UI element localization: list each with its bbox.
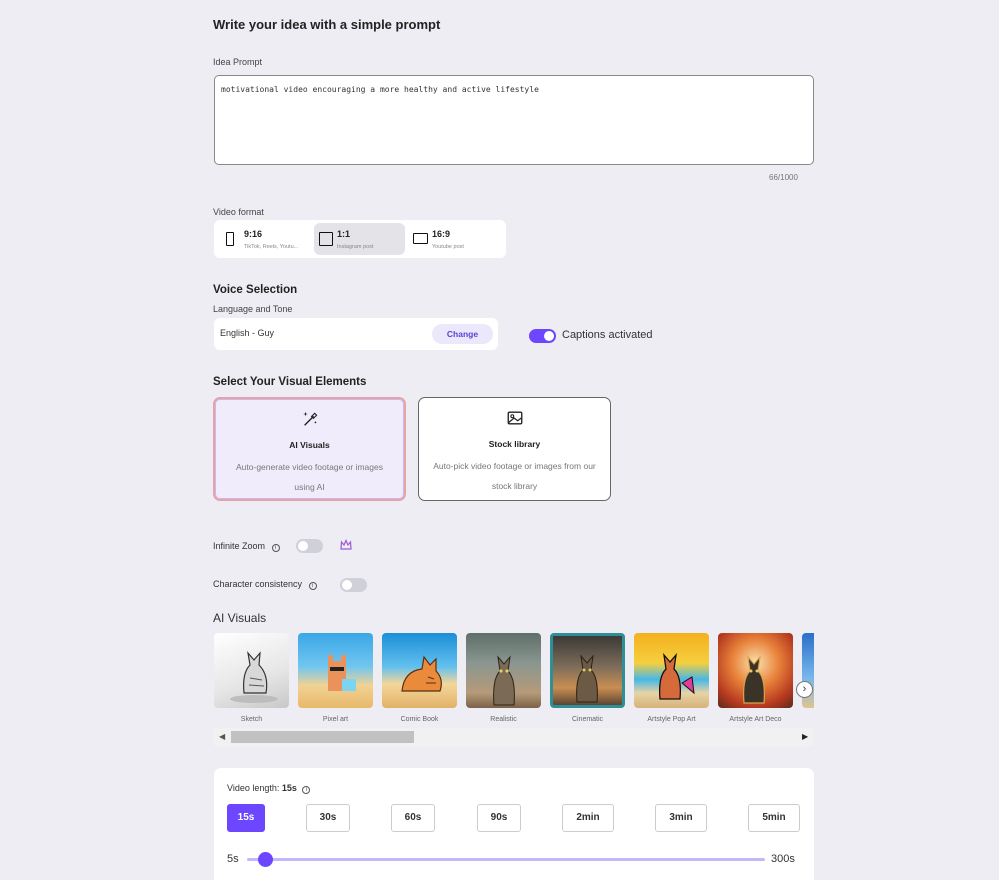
video-format-label: Video format xyxy=(213,207,264,217)
cat-sketch-image xyxy=(230,650,278,703)
char-counter: 66/1000 xyxy=(769,173,798,182)
crown-icon xyxy=(340,539,352,550)
toggle-knob xyxy=(342,580,352,590)
captions-label: Captions activated xyxy=(562,329,653,341)
length-option-90s[interactable]: 90s xyxy=(477,804,521,832)
style-thumb-comic-book[interactable] xyxy=(382,633,457,708)
length-option-5min[interactable]: 5min xyxy=(748,804,800,832)
format-title: 9:16 xyxy=(244,229,263,239)
style-caption: Artstyle Pop Art xyxy=(647,716,696,723)
prompt-label: Idea Prompt xyxy=(213,57,263,67)
format-option-1-1[interactable]: 1:1 Instagram post xyxy=(314,223,405,255)
cat-comic-image xyxy=(401,655,442,692)
scrollbar-thumb[interactable] xyxy=(231,731,414,743)
language-selector: English - Guy Change xyxy=(214,318,498,350)
format-subtitle: TikTok, Reels, Youtu... xyxy=(244,244,299,250)
magic-wand-icon xyxy=(302,411,317,426)
stock-library-card[interactable]: Stock library Auto-pick video footage or… xyxy=(418,397,611,501)
length-option-60s[interactable]: 60s xyxy=(391,804,435,832)
video-length-slider-handle[interactable] xyxy=(258,852,273,867)
character-consistency-text: Character consistency xyxy=(213,579,303,589)
info-icon[interactable]: i xyxy=(308,582,317,590)
visual-elements-title: Select Your Visual Elements xyxy=(213,376,367,388)
format-subtitle: Instagram post xyxy=(337,244,374,250)
card-description: Auto-generate video footage or images us… xyxy=(236,462,383,492)
info-icon[interactable]: i xyxy=(271,544,280,552)
cat-pop-art-image xyxy=(658,652,695,700)
style-thumb-pixel-art[interactable] xyxy=(298,633,373,708)
change-voice-button[interactable]: Change xyxy=(432,324,493,344)
idea-prompt-input[interactable]: motivational video encouraging a more he… xyxy=(214,75,814,165)
captions-toggle[interactable] xyxy=(529,329,556,343)
length-option-2min[interactable]: 2min xyxy=(562,804,614,832)
style-thumb-realistic[interactable] xyxy=(466,633,541,708)
style-thumb-cinematic[interactable] xyxy=(550,633,625,708)
scroll-left-arrow-icon[interactable]: ◀ xyxy=(219,732,225,741)
video-length-panel: Video length: 15s i 15s 30s 60s 90s 2min… xyxy=(214,768,814,880)
video-length-label: Video length: 15s i xyxy=(227,783,311,794)
voice-selection-title: Voice Selection xyxy=(213,284,298,296)
character-consistency-toggle[interactable] xyxy=(340,578,367,592)
infinite-zoom-label: Infinite Zoom i xyxy=(213,541,280,552)
format-option-16-9[interactable]: 16:9 Youtube post xyxy=(409,223,501,255)
cat-pixel-image xyxy=(328,655,356,691)
ai-visuals-title: AI Visuals xyxy=(213,611,267,625)
length-option-15s[interactable]: 15s xyxy=(227,804,265,832)
toggle-knob xyxy=(544,331,554,341)
format-option-9-16[interactable]: 9:16 TikTok, Reels, Youtu... xyxy=(218,223,312,255)
card-description: Auto-pick video footage or images from o… xyxy=(433,461,596,491)
style-caption: Comic Book xyxy=(400,716,439,723)
style-caption: Sketch xyxy=(240,716,263,723)
cat-cinematic-image xyxy=(576,654,598,703)
video-length-slider-track[interactable] xyxy=(247,858,765,861)
card-title: AI Visuals xyxy=(289,440,330,450)
slider-max-label: 300s xyxy=(771,853,795,865)
length-option-30s[interactable]: 30s xyxy=(306,804,350,832)
style-thumb-art-deco[interactable] xyxy=(718,633,793,708)
format-title: 16:9 xyxy=(432,229,451,239)
style-caption: Realistic xyxy=(490,716,517,723)
language-value: English - Guy xyxy=(220,328,275,338)
infinite-zoom-text: Infinite Zoom xyxy=(213,541,266,551)
page-title: Write your idea with a simple prompt xyxy=(213,17,441,32)
carousel-scrollbar[interactable]: ◀ ▶ xyxy=(214,728,814,746)
video-length-text: Video length: xyxy=(227,783,280,793)
image-icon xyxy=(507,411,522,425)
format-title: 1:1 xyxy=(337,229,351,239)
info-icon[interactable]: i xyxy=(302,786,311,794)
cat-realistic-image xyxy=(493,655,515,706)
cat-art-deco-image xyxy=(743,655,765,704)
scroll-right-arrow-icon[interactable]: ▶ xyxy=(802,732,808,741)
style-caption: Pixel art xyxy=(322,716,349,723)
video-length-value: 15s xyxy=(281,783,297,793)
language-tone-label: Language and Tone xyxy=(213,304,293,314)
landscape-icon xyxy=(413,233,428,244)
style-caption: Cinematic xyxy=(571,716,604,723)
character-consistency-label: Character consistency i xyxy=(213,579,317,590)
portrait-icon xyxy=(226,232,234,246)
card-title: Stock library xyxy=(488,439,541,449)
infinite-zoom-toggle[interactable] xyxy=(296,539,323,553)
ai-visuals-card[interactable]: AI Visuals Auto-generate video footage o… xyxy=(213,397,406,501)
length-option-3min[interactable]: 3min xyxy=(655,804,707,832)
style-caption: Artstyle Art Deco xyxy=(729,716,782,723)
video-format-selector: 9:16 TikTok, Reels, Youtu... 1:1 Instagr… xyxy=(214,220,506,258)
square-icon xyxy=(319,232,333,246)
carousel-next-button[interactable]: › xyxy=(796,681,813,698)
slider-min-label: 5s xyxy=(227,853,239,865)
style-thumb-sketch[interactable] xyxy=(214,633,289,708)
format-subtitle: Youtube post xyxy=(432,244,464,250)
style-thumb-pop-art[interactable] xyxy=(634,633,709,708)
toggle-knob xyxy=(298,541,308,551)
